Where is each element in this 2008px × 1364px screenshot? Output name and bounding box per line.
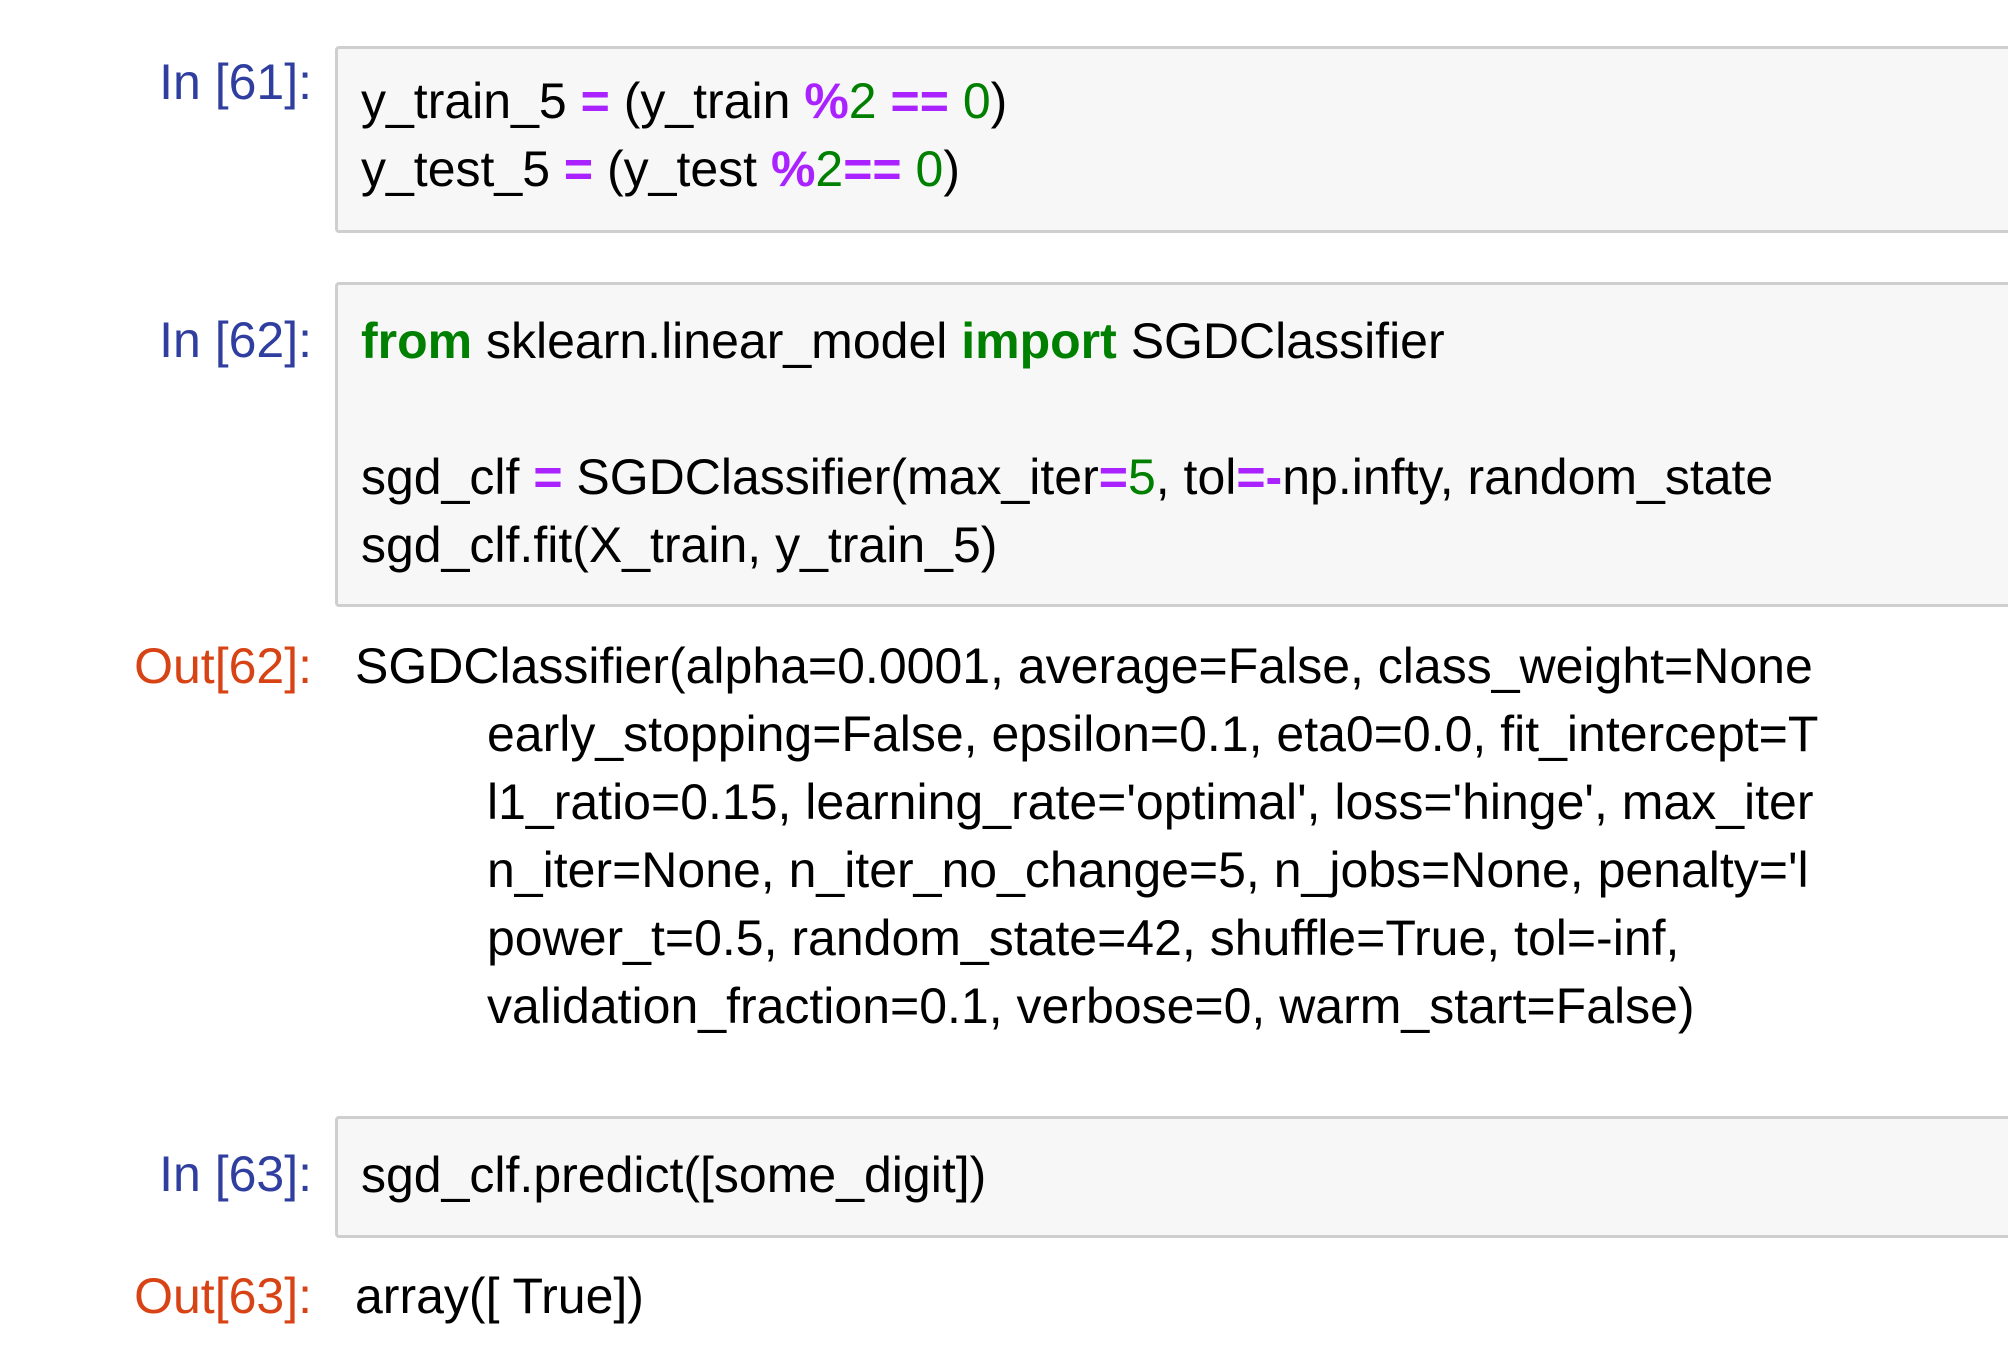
output-line: validation_fraction=0.1, verbose=0, warm… xyxy=(487,978,1695,1034)
code-token: = xyxy=(1098,449,1128,505)
code-token: from xyxy=(361,313,473,369)
code-token: = xyxy=(580,73,610,129)
code-line: sgd_clf.fit(X_train, y_train_5) xyxy=(361,517,998,573)
code-token: import xyxy=(961,313,1117,369)
code-token: 5 xyxy=(1127,449,1156,505)
code-token: , tol xyxy=(1155,449,1237,505)
code-cell-62[interactable]: from sklearn.linear_model import SGDClas… xyxy=(335,282,2008,607)
code-line: y_train_5 = (y_train %2 == 0) xyxy=(361,67,1007,135)
output-prompt-63: Out[63]: xyxy=(134,1268,312,1324)
code-token: sklearn.linear_model xyxy=(472,313,962,369)
code-token: =- xyxy=(1236,449,1283,505)
code-line: from sklearn.linear_model import SGDClas… xyxy=(361,307,1445,375)
output-line: array([ True]) xyxy=(355,1268,644,1324)
code-token: ) xyxy=(990,73,1008,129)
input-prompt-63: In [63]: xyxy=(159,1146,312,1202)
input-prompt-61: In [61]: xyxy=(159,54,312,110)
input-prompt-62: In [62]: xyxy=(159,312,312,368)
code-token: 2 xyxy=(848,73,877,129)
code-token: = xyxy=(533,449,563,505)
code-cell-63[interactable]: sgd_clf.predict([some_digit]) xyxy=(335,1116,2008,1238)
notebook: In [61]: y_train_5 = (y_train %2 == 0) y… xyxy=(0,0,2008,1364)
code-token: % xyxy=(770,141,816,197)
code-token: SGDClassifier xyxy=(1116,313,1445,369)
code-token: == xyxy=(843,141,902,197)
code-token: ) xyxy=(943,141,961,197)
output-line: n_iter=None, n_iter_no_change=5, n_jobs=… xyxy=(487,842,1809,898)
code-token: (y_train xyxy=(609,73,805,129)
code-token: sgd_clf xyxy=(361,449,534,505)
code-cell-61[interactable]: y_train_5 = (y_train %2 == 0) y_test_5 =… xyxy=(335,46,2008,233)
code-token: y_train_5 xyxy=(361,73,581,129)
code-token: = xyxy=(563,141,594,197)
code-line: y_test_5 = (y_test %2== 0) xyxy=(361,135,960,203)
code-line: sgd_clf = SGDClassifier(max_iter=5, tol=… xyxy=(361,443,1773,511)
output-line: l1_ratio=0.15, learning_rate='optimal', … xyxy=(487,774,1814,830)
output-line: SGDClassifier(alpha=0.0001, average=Fals… xyxy=(355,638,1813,694)
code-token: SGDClassifier(max_iter xyxy=(562,449,1099,505)
code-token: np.infty, random_state xyxy=(1282,449,1774,505)
code-token: == xyxy=(890,73,949,129)
code-token: 2 xyxy=(815,141,844,197)
code-token: y_test_5 xyxy=(361,141,564,197)
output-line: early_stopping=False, epsilon=0.1, eta0=… xyxy=(487,706,1819,762)
output-line: power_t=0.5, random_state=42, shuffle=Tr… xyxy=(487,910,1680,966)
code-token: 0 xyxy=(915,141,944,197)
code-token: % xyxy=(804,73,849,129)
code-token: (y_test xyxy=(593,141,771,197)
code-token: 0 xyxy=(962,73,991,129)
output-prompt-62: Out[62]: xyxy=(134,638,312,694)
code-line: sgd_clf.predict([some_digit]) xyxy=(361,1147,987,1203)
